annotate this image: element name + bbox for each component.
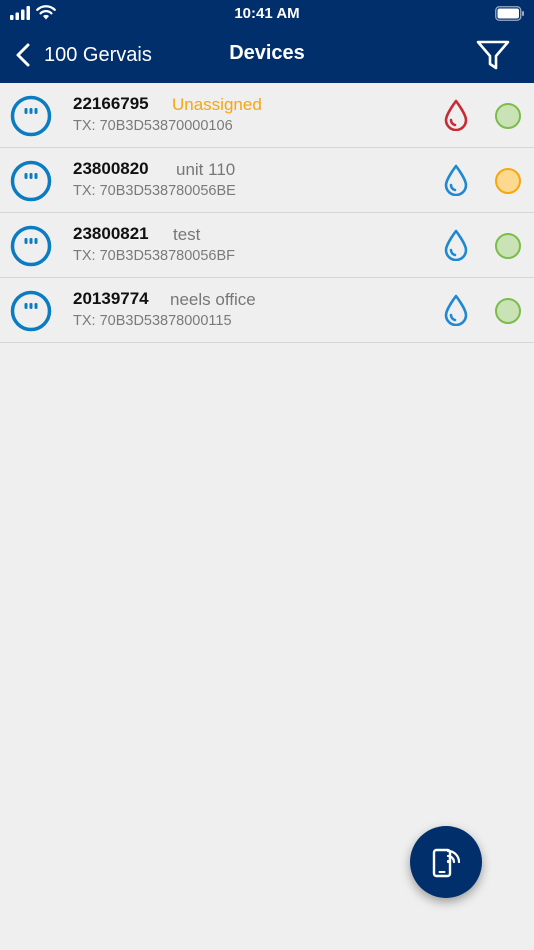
scan-device-button[interactable] [410, 826, 482, 898]
water-drop-icon [444, 294, 468, 326]
device-tx: TX: 70B3D53878000115 [73, 313, 232, 329]
device-number: 22166795 [73, 94, 149, 113]
device-name: neels office [170, 290, 256, 309]
device-name: Unassigned [172, 95, 262, 114]
chevron-left-icon [16, 43, 30, 67]
top-bar: 10:41 AM 100 Gervais Devices [0, 0, 534, 83]
device-tx: TX: 70B3D53870000106 [73, 118, 233, 134]
status-dot-icon [495, 168, 521, 194]
device-row[interactable]: 23800820 unit 110 TX: 70B3D538780056BE [0, 148, 534, 213]
battery-icon [495, 6, 524, 21]
app-screen: 10:41 AM 100 Gervais Devices 22166795 Un… [0, 0, 534, 950]
device-row[interactable]: 23800821 test TX: 70B3D538780056BF [0, 213, 534, 278]
back-button-label: 100 Gervais [44, 43, 152, 66]
filter-icon [476, 40, 510, 70]
status-bar: 10:41 AM [0, 0, 534, 28]
device-row[interactable]: 22166795 Unassigned TX: 70B3D53870000106 [0, 83, 534, 148]
water-drop-icon [444, 99, 468, 131]
filter-button[interactable] [474, 38, 512, 72]
device-name: test [173, 225, 201, 244]
device-name: unit 110 [176, 160, 236, 179]
device-number: 23800820 [73, 159, 149, 178]
device-tx: TX: 70B3D538780056BF [73, 248, 236, 264]
status-dot-icon [495, 233, 521, 259]
phone-nfc-icon [432, 848, 461, 878]
navigation-bar: 100 Gervais Devices [0, 28, 534, 83]
device-list: 22166795 Unassigned TX: 70B3D53870000106… [0, 83, 534, 343]
device-row[interactable]: 20139774 neels office TX: 70B3D538780001… [0, 278, 534, 343]
status-time: 10:41 AM [234, 5, 300, 22]
device-tx: TX: 70B3D538780056BE [73, 183, 236, 199]
back-button[interactable]: 100 Gervais [14, 38, 152, 72]
water-drop-icon [444, 229, 468, 261]
meter-icon [10, 225, 52, 267]
device-number: 20139774 [73, 289, 149, 308]
water-drop-icon [444, 164, 468, 196]
status-dot-icon [495, 298, 521, 324]
device-number: 23800821 [73, 224, 149, 243]
status-dot-icon [495, 103, 521, 129]
meter-icon [10, 160, 52, 202]
meter-icon [10, 290, 52, 332]
meter-icon [10, 95, 52, 137]
